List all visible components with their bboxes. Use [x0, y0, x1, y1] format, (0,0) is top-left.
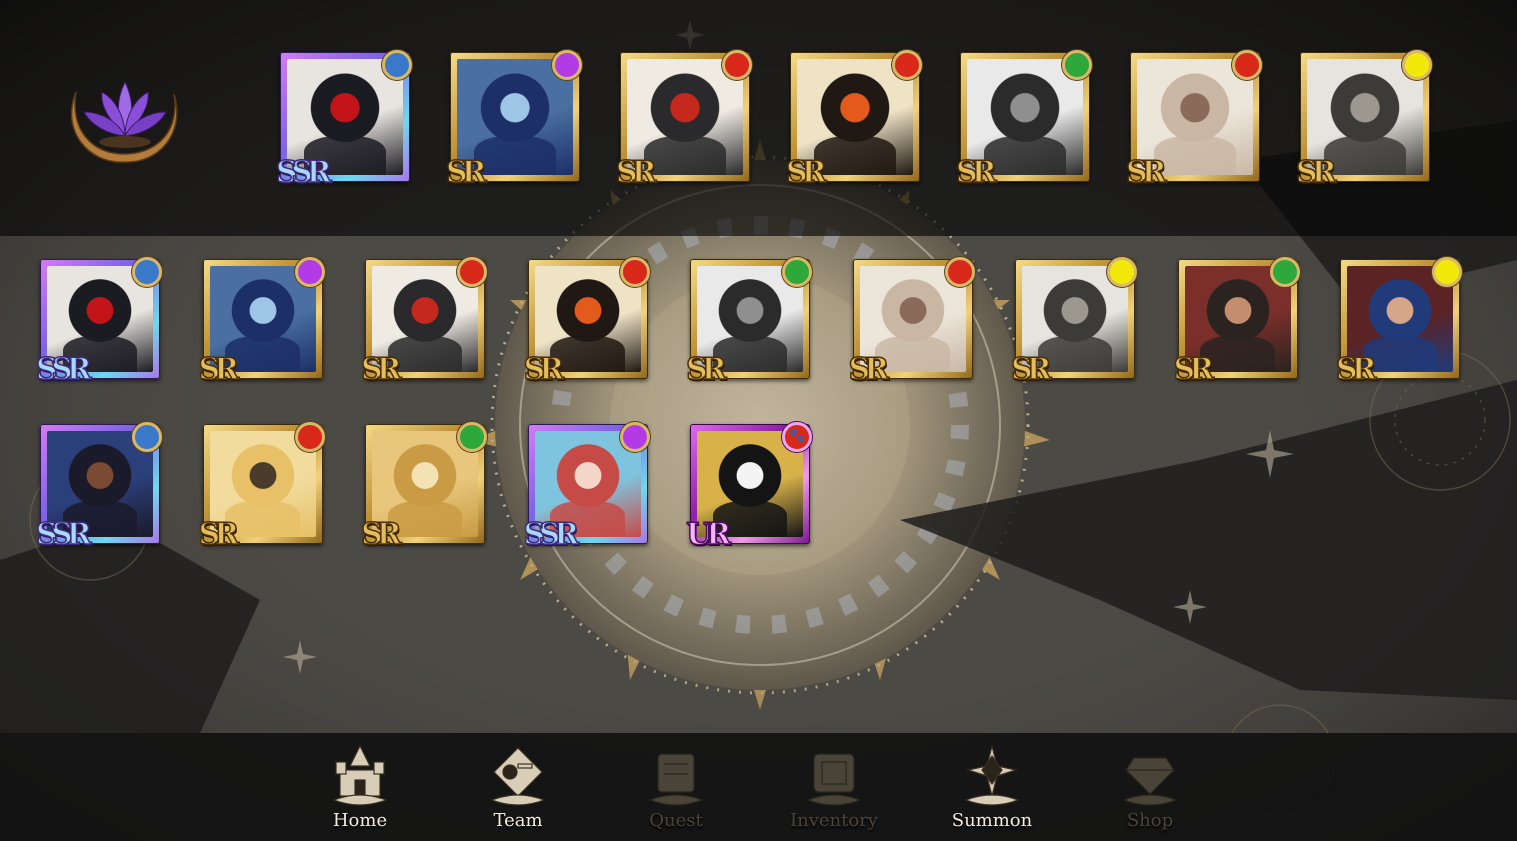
paw-icon: 🐾: [782, 422, 812, 452]
attribute-yellow-orb: [1432, 257, 1462, 287]
nav-summon-button[interactable]: Summon: [937, 742, 1047, 838]
gem-icon: [1122, 757, 1178, 806]
attribute-red-orb: [294, 422, 325, 452]
rarity-badge: SR: [1335, 352, 1377, 387]
attribute-green-orb: [1062, 50, 1092, 80]
rarity-badge: SSR: [35, 517, 92, 552]
attribute-yellow-orb: [1107, 257, 1137, 287]
nav-home-button[interactable]: Home: [305, 742, 415, 838]
castle-icon: [332, 744, 388, 806]
inventory-card[interactable]: SR: [198, 257, 325, 385]
inventory-card[interactable]: SR: [848, 257, 975, 385]
nav-summon-label: Summon: [951, 810, 1033, 831]
attribute-yellow-orb: [1402, 50, 1432, 80]
chest-icon: [806, 753, 862, 806]
rarity-badge: SR: [360, 352, 402, 387]
attribute-red-orb: [619, 257, 650, 287]
rarity-badge: SR: [198, 352, 240, 387]
inventory-card[interactable]: SR: [360, 422, 487, 550]
rarity-badge: SR: [615, 155, 657, 190]
inventory-card[interactable]: SSR: [523, 422, 650, 550]
attribute-blue-orb: [382, 50, 412, 80]
team-band: [0, 0, 1517, 236]
team-slot-6[interactable]: SR: [1125, 50, 1262, 188]
nav-inventory-button[interactable]: Inventory: [779, 742, 889, 838]
team-slot-3[interactable]: SR: [615, 50, 752, 188]
attribute-red-orb: [722, 50, 752, 80]
nav-shop-label: Shop: [1126, 810, 1174, 831]
inventory-card[interactable]: SSR: [35, 422, 162, 550]
inventory-card[interactable]: SR: [198, 422, 325, 550]
nav-quest-button[interactable]: Quest: [621, 742, 731, 838]
purple-lotus-crescent-icon: [70, 80, 178, 163]
rarity-badge: SR: [1125, 155, 1167, 190]
inventory-card[interactable]: SR: [1173, 257, 1300, 385]
bottom-navigation-bar: [0, 733, 1517, 841]
weapons-icon: [490, 747, 546, 806]
quest-scroll-icon: [648, 753, 704, 806]
rarity-badge: SR: [785, 155, 827, 190]
attribute-purple-orb: [294, 257, 325, 287]
attribute-red-orb: [944, 257, 975, 287]
rarity-badge: SR: [1295, 155, 1337, 190]
nav-home-label: Home: [332, 810, 388, 831]
rarity-badge: SR: [523, 352, 565, 387]
attribute-red-orb: [457, 257, 487, 287]
rarity-badge: UR: [685, 517, 732, 552]
team-slot-7[interactable]: SR: [1295, 50, 1432, 188]
team-slot-2[interactable]: SR: [445, 50, 582, 188]
rarity-badge: SR: [848, 352, 890, 387]
rarity-badge: SR: [360, 517, 402, 552]
rarity-badge: SR: [685, 352, 727, 387]
rarity-badge: SR: [198, 517, 240, 552]
attribute-green-orb: [457, 422, 487, 452]
inventory-card[interactable]: SR: [685, 257, 812, 385]
nav-shop-button[interactable]: Shop: [1095, 742, 1205, 838]
rarity-badge: SR: [445, 155, 487, 190]
inventory-card[interactable]: SSR: [35, 257, 162, 385]
rarity-badge: SSR: [523, 517, 580, 552]
rarity-badge: SSR: [275, 155, 332, 190]
nav-team-button[interactable]: Team: [463, 742, 573, 838]
team-slot-5[interactable]: SR: [955, 50, 1092, 188]
inventory-card[interactable]: SR: [1335, 257, 1462, 385]
inventory-card[interactable]: SR: [523, 257, 650, 385]
attribute-purple-orb: [619, 422, 650, 452]
star-compass-icon: [964, 745, 1020, 806]
team-slot-1[interactable]: SSR: [275, 50, 412, 188]
rarity-badge: SR: [1010, 352, 1052, 387]
inventory-card[interactable]: SR: [360, 257, 487, 385]
inventory-card[interactable]: 🐾 UR: [685, 422, 812, 550]
rarity-badge: SR: [955, 155, 997, 190]
rarity-badge: SSR: [35, 352, 92, 387]
attribute-red-orb: [892, 50, 922, 80]
attribute-red-orb: [1232, 50, 1262, 80]
nav-quest-label: Quest: [649, 810, 703, 831]
attribute-green-orb: [782, 257, 812, 287]
rarity-badge: SR: [1173, 352, 1215, 387]
nav-inventory-label: Inventory: [790, 810, 878, 831]
attribute-green-orb: [1269, 257, 1300, 287]
nav-team-label: Team: [493, 810, 543, 831]
attribute-blue-orb: [132, 257, 162, 287]
team-slot-4[interactable]: SR: [785, 50, 922, 188]
inventory-card[interactable]: SR: [1010, 257, 1137, 385]
attribute-blue-orb: [132, 422, 162, 452]
attribute-purple-orb: [552, 50, 582, 80]
